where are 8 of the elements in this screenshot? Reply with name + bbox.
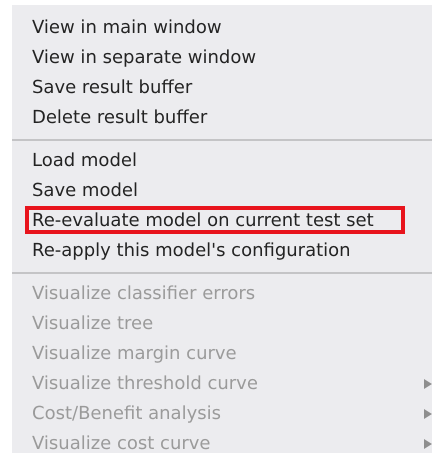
menu-item[interactable]: Load model	[12, 150, 137, 172]
menu-item[interactable]: Re-apply this model's configuration	[12, 240, 351, 262]
menu-item[interactable]: View in separate window	[12, 47, 256, 69]
menu-item[interactable]: Re-evaluate model on current test set	[12, 210, 374, 232]
menu-item[interactable]: View in main window	[12, 17, 222, 39]
menu-item[interactable]: Delete result buffer	[12, 107, 208, 129]
menu-item[interactable]: Save result buffer	[12, 77, 192, 99]
menu-item[interactable]: Save model	[12, 180, 138, 202]
